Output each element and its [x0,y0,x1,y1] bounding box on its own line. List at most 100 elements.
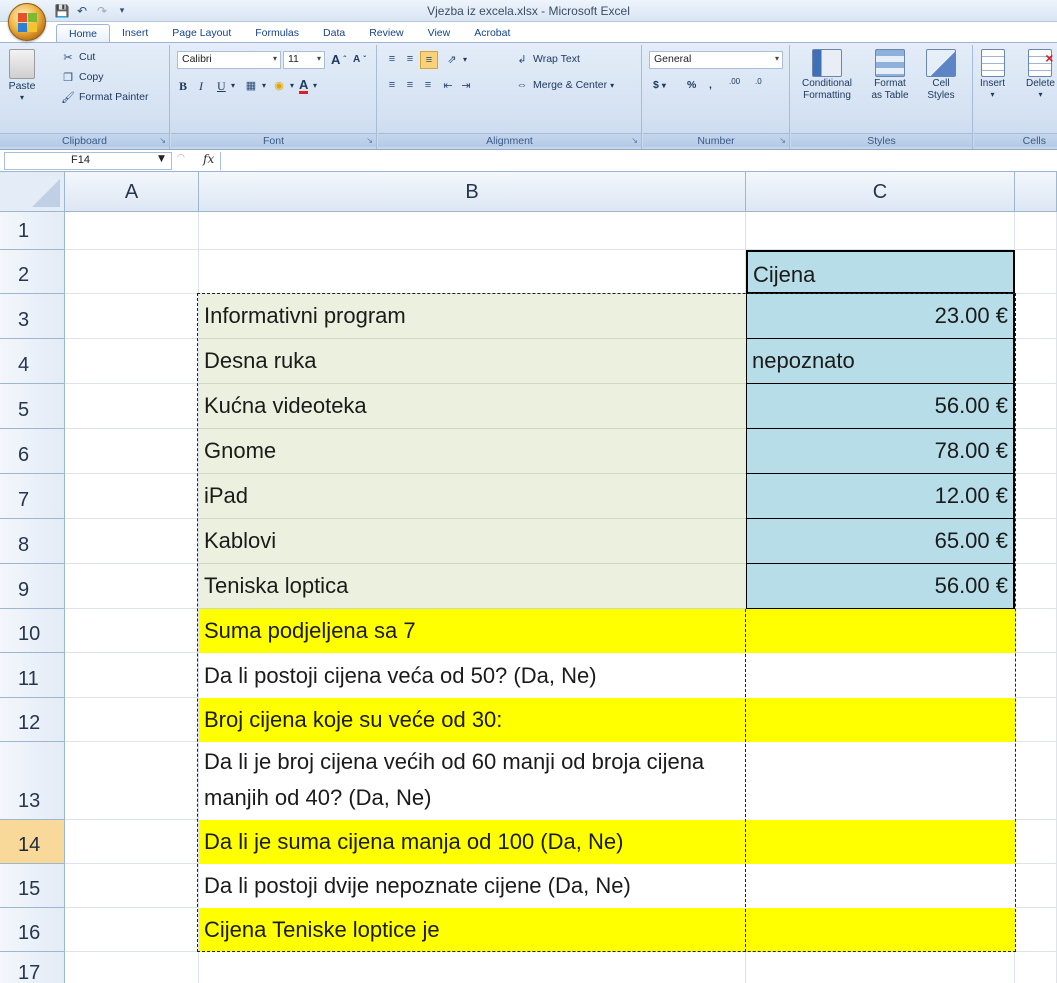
cell-b3-item[interactable]: Informativni program [199,294,746,339]
cell-b14-question[interactable]: Da li je suma cijena manja od 100 (Da, N… [199,820,746,864]
align-left-icon[interactable]: ≡ [384,77,400,93]
grid-cell[interactable] [1015,429,1057,474]
grid-cell[interactable] [65,250,199,294]
grid-cell[interactable] [65,698,199,742]
cell-c12-answer[interactable] [746,698,1015,742]
tab-insert[interactable]: Insert [110,24,160,42]
row-header-12[interactable]: 12 [0,698,65,742]
tab-acrobat[interactable]: Acrobat [462,24,522,42]
cell-c14-answer[interactable] [746,820,1015,864]
cell-c7-price[interactable]: 12.00 € [746,474,1015,519]
align-center-icon[interactable]: ≡ [402,77,418,93]
grid-cell[interactable] [65,908,199,952]
grid-cell[interactable] [1015,250,1057,294]
row-header-11[interactable]: 11 [0,653,65,698]
align-middle-icon[interactable]: ≡ [402,51,418,67]
underline-dropdown-icon[interactable]: ▾ [231,81,235,90]
row-header-17[interactable]: 17 [0,952,65,983]
cell-c9-price[interactable]: 56.00 € [746,564,1015,609]
grid-cell[interactable] [65,212,199,250]
cell-b15-question[interactable]: Da li postoji dvije nepoznate cijene (Da… [199,864,746,908]
row-header-4[interactable]: 4 [0,339,65,384]
row-header-8[interactable]: 8 [0,519,65,564]
grid-cell[interactable] [65,653,199,698]
cell-c2-header[interactable]: Cijena [746,250,1015,294]
row-header-15[interactable]: 15 [0,864,65,908]
grid-cell[interactable] [65,820,199,864]
grid-cell[interactable] [746,952,1015,983]
office-button[interactable] [8,3,46,41]
grid-cell[interactable] [1015,519,1057,564]
grid-cell[interactable] [65,429,199,474]
align-right-icon[interactable]: ≡ [420,77,436,93]
cell-b6-item[interactable]: Gnome [199,429,746,474]
merge-center-button[interactable]: ⇔ Merge & Center ▾ [514,77,615,93]
conditional-formatting-button[interactable]: Conditional Formatting [795,49,859,101]
grow-font-button[interactable]: Aˆ [331,52,346,67]
cell-b11-question[interactable]: Da li postoji cijena veća od 50? (Da, Ne… [199,653,746,698]
comma-button[interactable]: , [709,79,712,91]
number-launcher-icon[interactable]: ↘ [779,136,786,145]
cell-b9-item[interactable]: Teniska loptica [199,564,746,609]
grid-cell[interactable] [1015,742,1057,820]
row-header-2[interactable]: 2 [0,250,65,294]
cut-button[interactable]: ✂ Cut [60,49,95,65]
insert-function-button[interactable]: fx [203,152,214,166]
align-top-icon[interactable]: ≡ [384,51,400,67]
bold-button[interactable]: B [179,79,187,94]
grid-cell[interactable] [1015,653,1057,698]
number-format-select[interactable]: General ▾ [649,51,783,69]
orientation-icon[interactable]: ⇗ ▾ [444,51,467,67]
row-header-6[interactable]: 6 [0,429,65,474]
row-header-14[interactable]: 14 [0,820,65,864]
align-bottom-icon[interactable]: ≡ [420,51,438,69]
grid-cell[interactable] [1015,609,1057,653]
grid-cell[interactable] [65,474,199,519]
cell-c4-price[interactable]: nepoznato [746,339,1015,384]
column-header-a[interactable]: A [65,172,199,212]
row-header-9[interactable]: 9 [0,564,65,609]
grid-cell[interactable] [199,952,746,983]
insert-cells-button[interactable]: Insert ▾ [980,49,1005,99]
grid-cell[interactable] [199,212,746,250]
cell-c8-price[interactable]: 65.00 € [746,519,1015,564]
increase-indent-icon[interactable]: ⇥ [458,77,474,93]
grid-cell[interactable] [1015,564,1057,609]
row-header-1[interactable]: 1 [0,212,65,250]
grid-cell[interactable] [65,952,199,983]
grid-cell[interactable] [65,864,199,908]
grid-cell[interactable] [1015,339,1057,384]
cell-b10-question[interactable]: Suma podjeljena sa 7 [199,609,746,653]
alignment-launcher-icon[interactable]: ↘ [631,136,638,145]
paste-button[interactable]: Paste ▾ [2,49,42,102]
wrap-text-button[interactable]: ↲ Wrap Text [514,51,580,67]
tab-view[interactable]: View [416,24,463,42]
grid-cell[interactable] [1015,474,1057,519]
cell-c6-price[interactable]: 78.00 € [746,429,1015,474]
cell-b13-question[interactable]: Da li je broj cijena većih od 60 manji o… [199,742,746,820]
copy-button[interactable]: ❐ Copy [60,69,103,85]
select-all-corner[interactable] [0,172,65,212]
grid-cell[interactable] [1015,952,1057,983]
grid-cell[interactable] [65,742,199,820]
grid-cell[interactable] [65,519,199,564]
underline-button[interactable]: U [217,79,226,94]
cell-b12-question[interactable]: Broj cijena koje su veće od 30: [199,698,746,742]
name-box[interactable]: F14 [4,152,172,170]
shrink-font-button[interactable]: Aˇ [353,54,366,65]
cell-c16-answer[interactable] [746,908,1015,952]
format-painter-button[interactable]: 🖌 Format Painter [60,89,148,105]
grid-cell[interactable] [1015,294,1057,339]
tab-formulas[interactable]: Formulas [243,24,311,42]
column-header-b[interactable]: B [199,172,746,212]
column-header-d[interactable] [1015,172,1057,212]
grid-cell[interactable] [1015,820,1057,864]
italic-button[interactable]: I [199,79,203,94]
increase-decimal-button[interactable]: .00 [729,78,740,86]
cell-c5-price[interactable]: 56.00 € [746,384,1015,429]
cell-b7-item[interactable]: iPad [199,474,746,519]
format-as-table-button[interactable]: Format as Table [865,49,915,101]
formula-input[interactable] [220,152,1057,170]
currency-button[interactable]: $ ▾ [653,79,666,91]
cell-c11-answer[interactable] [746,653,1015,698]
